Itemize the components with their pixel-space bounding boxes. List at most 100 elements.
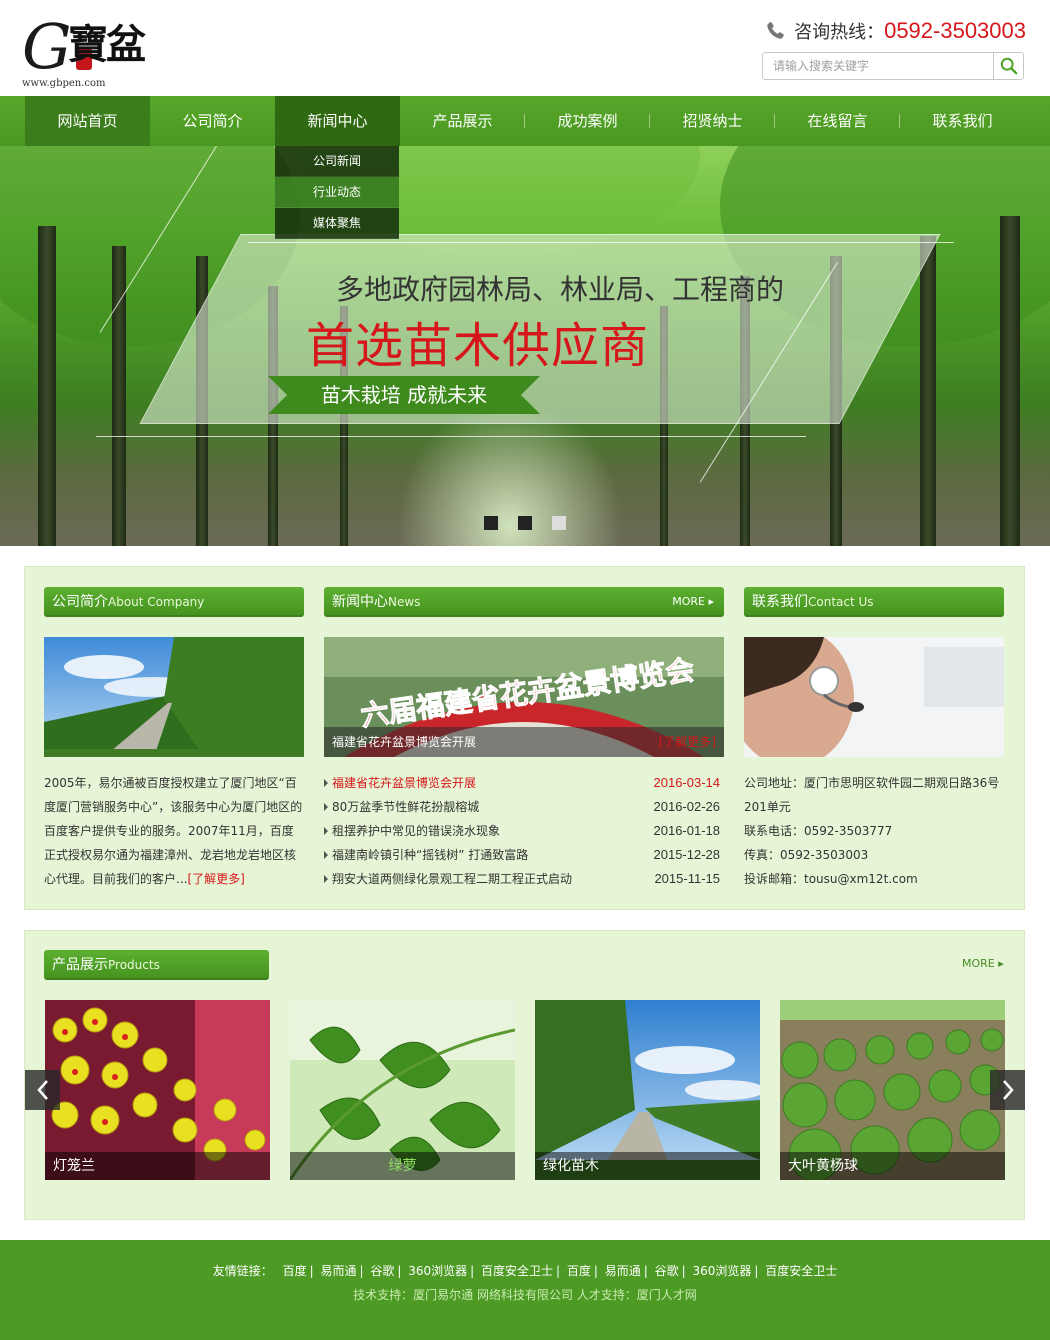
products-prev-button[interactable] — [25, 1070, 60, 1110]
contact-header: 联系我们Contact Us — [744, 587, 1004, 617]
friend-link[interactable]: 易而通 — [320, 1264, 356, 1278]
about-photo — [44, 637, 304, 757]
nav-products[interactable]: 产品展示 — [400, 96, 525, 146]
nav-cases[interactable]: 成功案例 — [525, 96, 650, 146]
bullet-arrow-icon — [324, 779, 328, 787]
tree-trunk — [38, 226, 56, 546]
nav-label: 联系我们 — [932, 112, 993, 130]
news-image-more[interactable]: [了解更多] — [659, 733, 716, 750]
nav-label: 产品展示 — [432, 112, 493, 130]
product-card[interactable]: 绿萝 — [290, 1000, 515, 1180]
copyright: 技术支持：厦门易尔通 网络科技有限公司 人才支持：厦门人才网 — [353, 1288, 697, 1302]
news-header: 新闻中心News MORE ▸ — [324, 587, 724, 617]
nav-message[interactable]: 在线留言 — [775, 96, 900, 146]
friend-link[interactable]: 百度 — [283, 1264, 307, 1278]
site-header: G 寶盆 www.gbpen.com 咨询热线： 0592-3503003 — [0, 0, 1050, 96]
about-more-link[interactable]: [了解更多] — [187, 872, 244, 886]
products-more-link[interactable]: MORE ▸ — [962, 957, 1004, 970]
friend-link[interactable]: 百度安全卫士 — [481, 1264, 553, 1278]
nav-label: 招贤纳士 — [682, 112, 743, 130]
friend-link[interactable]: 百度 — [567, 1264, 591, 1278]
search-box — [762, 52, 1024, 80]
product-card[interactable]: 绿化苗木 — [535, 1000, 760, 1180]
news-item-title: 翔安大道两侧绿化景观工程二期工程正式启动 — [332, 872, 573, 886]
friend-link[interactable]: 360浏览器 — [408, 1264, 467, 1278]
news-title-en: News — [388, 595, 421, 609]
news-item-title: 租摆养护中常见的错误浇水现象 — [332, 824, 501, 838]
products-next-button[interactable] — [990, 1070, 1025, 1110]
contact-fax: 传真：0592-3503003 — [744, 848, 869, 862]
banner-ribbon-text: 苗木栽培 成就未来 — [320, 383, 488, 407]
site-footer: 友情链接： 百度 | 易而通 | 谷歌 | 360浏览器 | 百度安全卫士 | 百度 | 易… — [0, 1240, 1050, 1340]
dropdown-company-news[interactable]: 公司新闻 — [275, 146, 399, 177]
site-logo[interactable]: G 寶盆 www.gbpen.com — [22, 16, 172, 90]
about-image[interactable] — [44, 637, 304, 757]
contact-title-en: Contact Us — [808, 595, 874, 609]
hero-banner: 多地政府园林局、林业局、工程商的 首选苗木供应商 苗木栽培 成就未来 — [0, 146, 1050, 546]
nav-about[interactable]: 公司简介 — [150, 96, 275, 146]
news-item[interactable]: 福建南岭镇引种“摇钱树” 打通致富路 2015-12-28 — [324, 843, 724, 867]
nav-jobs[interactable]: 招贤纳士 — [650, 96, 775, 146]
nav-label: 新闻中心 — [307, 112, 368, 130]
slider-dot[interactable] — [484, 516, 498, 530]
news-image-caption: 福建省花卉盆景博览会开展 — [332, 735, 477, 749]
news-more-link[interactable]: MORE ▸ — [672, 587, 714, 617]
news-dropdown: 公司新闻 行业动态 媒体聚焦 — [275, 146, 399, 239]
banner-subtitle: 多地政府园林局、林业局、工程商的 — [336, 273, 785, 306]
news-item[interactable]: 租摆养护中常见的错误浇水现象 2016-01-18 — [324, 819, 724, 843]
logo-letter: G — [22, 10, 72, 83]
nav-contact[interactable]: 联系我们 — [900, 96, 1025, 146]
logo-url: www.gbpen.com — [22, 78, 106, 89]
hotline: 咨询热线： 0592-3503003 — [764, 16, 1026, 46]
slider-dots — [484, 516, 566, 530]
friend-links: 友情链接： 百度 | 易而通 | 谷歌 | 360浏览器 | 百度安全卫士 | 百度 | 易… — [212, 1264, 838, 1278]
products-title-en: Products — [108, 958, 160, 972]
nav-label: 网站首页 — [57, 112, 118, 130]
slider-dot-active[interactable] — [552, 516, 566, 530]
dropdown-media-focus[interactable]: 媒体聚焦 — [275, 208, 399, 239]
chevron-right-icon — [1002, 1080, 1014, 1100]
news-image[interactable]: 六届福建省花卉盆景博览会 福建省花卉盆景博览会开展 [了解更多] — [324, 637, 724, 757]
slider-dot[interactable] — [518, 516, 532, 530]
search-input[interactable] — [763, 53, 991, 79]
nav-news[interactable]: 新闻中心 — [275, 96, 400, 146]
nav-home[interactable]: 网站首页 — [25, 96, 150, 146]
news-item[interactable]: 福建省花卉盆景博览会开展 2016-03-14 — [324, 771, 724, 795]
news-item-date: 2015-12-28 — [653, 847, 721, 862]
product-name: 大叶黄杨球 — [780, 1152, 1005, 1180]
news-item-title: 80万盆季节性鲜花扮靓榕城 — [332, 800, 480, 814]
tree-trunk — [920, 236, 936, 546]
bullet-arrow-icon — [324, 803, 328, 811]
deco-line — [248, 242, 954, 243]
search-button[interactable] — [993, 53, 1023, 79]
friend-link[interactable]: 360浏览器 — [692, 1264, 751, 1278]
bullet-arrow-icon — [324, 827, 328, 835]
news-item-date: 2016-02-26 — [653, 799, 721, 814]
friend-link[interactable]: 谷歌 — [370, 1264, 394, 1278]
bullet-arrow-icon — [324, 851, 328, 859]
friend-link[interactable]: 易而通 — [605, 1264, 641, 1278]
nav-label: 公司简介 — [182, 112, 243, 130]
contact-title: 联系我们 — [752, 594, 808, 610]
chevron-left-icon — [36, 1080, 48, 1100]
friend-link[interactable]: 谷歌 — [655, 1264, 679, 1278]
product-name: 灯笼兰 — [45, 1152, 270, 1180]
contact-info: 公司地址：厦门市思明区软件园二期观日路36号201单元 联系电话：0592-35… — [744, 771, 1004, 891]
more-label: MORE — [962, 957, 995, 970]
nav-label: 成功案例 — [557, 112, 618, 130]
friend-link[interactable]: 百度安全卫士 — [765, 1264, 837, 1278]
contact-image[interactable] — [744, 637, 1004, 757]
friend-links-label: 友情链接： — [212, 1264, 273, 1278]
banner-title: 首选苗木供应商 — [306, 318, 650, 374]
dropdown-industry-news[interactable]: 行业动态 — [275, 177, 399, 208]
news-item[interactable]: 80万盆季节性鲜花扮靓榕城 2016-02-26 — [324, 795, 724, 819]
product-card[interactable]: 大叶黄杨球 — [780, 1000, 1005, 1180]
news-title: 新闻中心 — [332, 594, 388, 610]
nav-label: 在线留言 — [807, 112, 868, 130]
product-card[interactable]: 灯笼兰 — [45, 1000, 270, 1180]
contact-email: 投诉邮箱：tousu@xm12t.com — [744, 872, 918, 886]
news-item-date: 2016-03-14 — [653, 775, 721, 790]
hotline-label: 咨询热线： — [794, 22, 885, 43]
news-item[interactable]: 翔安大道两侧绿化景观工程二期工程正式启动 2015-11-15 — [324, 867, 724, 891]
about-title: 公司简介 — [52, 594, 108, 610]
